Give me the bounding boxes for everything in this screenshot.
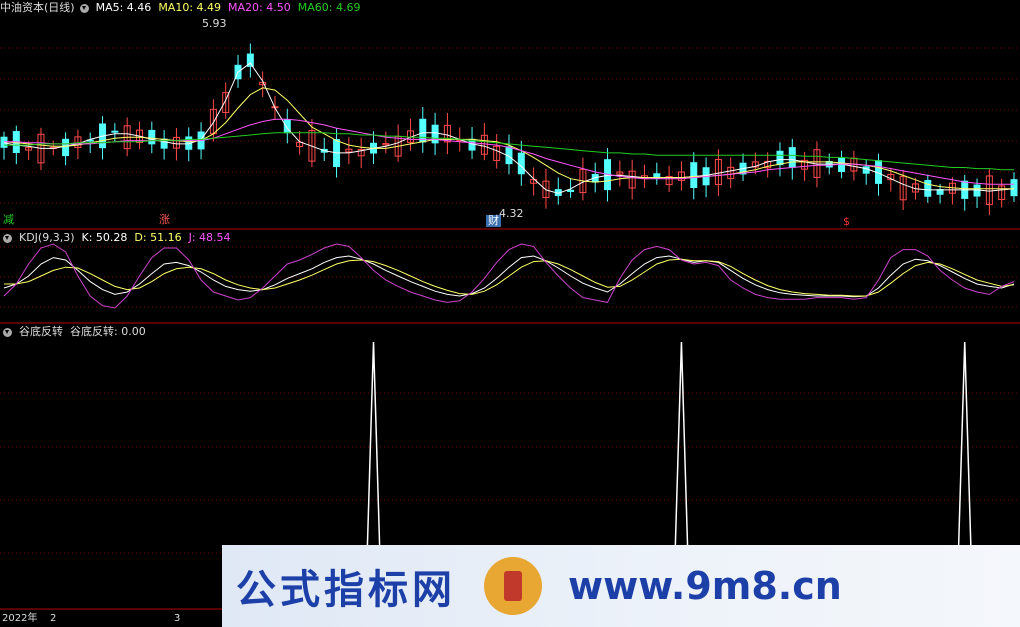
candle-body xyxy=(517,152,525,175)
price-panel-header: 中油资本(日线) MA5: 4.46 MA10: 4.49 MA20: 4.50… xyxy=(0,0,367,16)
indicator-dropdown-icon[interactable] xyxy=(3,327,12,337)
tag-dollar: $ xyxy=(843,215,850,228)
high-price-label: 5.93 xyxy=(202,17,227,30)
candle-body xyxy=(111,130,119,133)
date-year: 2022年 xyxy=(2,613,38,624)
dropdown-icon[interactable] xyxy=(79,3,89,13)
kdj-line-d xyxy=(4,258,1015,297)
kdj-dropdown-icon[interactable] xyxy=(3,233,12,243)
ma20-readout: MA20: 4.50 xyxy=(228,1,291,14)
low-price-label: 4.32 xyxy=(499,207,524,220)
watermark-logo-icon xyxy=(484,557,542,615)
kdj-panel-header: KDJ(9,3,3) K: 50.28 D: 51.16 J: 48.54 xyxy=(0,230,238,246)
tag-reduce: 减 xyxy=(3,213,14,226)
date-month-3: 3 xyxy=(174,613,181,624)
indicator-panel-header: 谷底反转 谷底反转: 0.00 xyxy=(0,324,153,340)
ma10-readout: MA10: 4.49 xyxy=(158,1,222,14)
candle-body xyxy=(690,162,698,188)
candle-body xyxy=(148,129,156,145)
candle-body xyxy=(1010,179,1018,197)
ma60-readout: MA60: 4.69 xyxy=(297,1,361,14)
kdj-d: D: 51.16 xyxy=(134,231,182,244)
indicator-value: 谷底反转: 0.00 xyxy=(70,325,146,338)
kdj-title: KDJ(9,3,3) xyxy=(19,231,75,244)
candle-body xyxy=(924,179,932,197)
ma5-readout: MA5: 4.46 xyxy=(95,1,152,14)
watermark-url: www.9m8.cn xyxy=(568,564,842,608)
kdj-k: K: 50.28 xyxy=(81,231,128,244)
tag-finance: 财 xyxy=(486,214,501,227)
date-axis: 2022年 2 3 xyxy=(0,611,222,627)
tag-rise: 涨 xyxy=(159,213,170,226)
price-panel-title: 中油资本(日线) xyxy=(0,1,75,14)
watermark-banner: 公式指标网 www.9m8.cn xyxy=(222,545,1020,627)
candle-body xyxy=(788,147,796,168)
candle-body xyxy=(419,118,427,143)
date-month-2: 2 xyxy=(50,613,57,624)
candlesticks xyxy=(0,43,1018,215)
chart-canvas xyxy=(0,43,1020,610)
indicator-title: 谷底反转 xyxy=(19,325,63,338)
kdj-j: J: 48.54 xyxy=(188,231,231,244)
candle-body xyxy=(567,189,575,193)
candle-body xyxy=(776,150,784,166)
kdj-lines xyxy=(3,243,1015,309)
watermark-text: 公式指标网 xyxy=(236,567,456,613)
candle-body xyxy=(62,138,70,157)
